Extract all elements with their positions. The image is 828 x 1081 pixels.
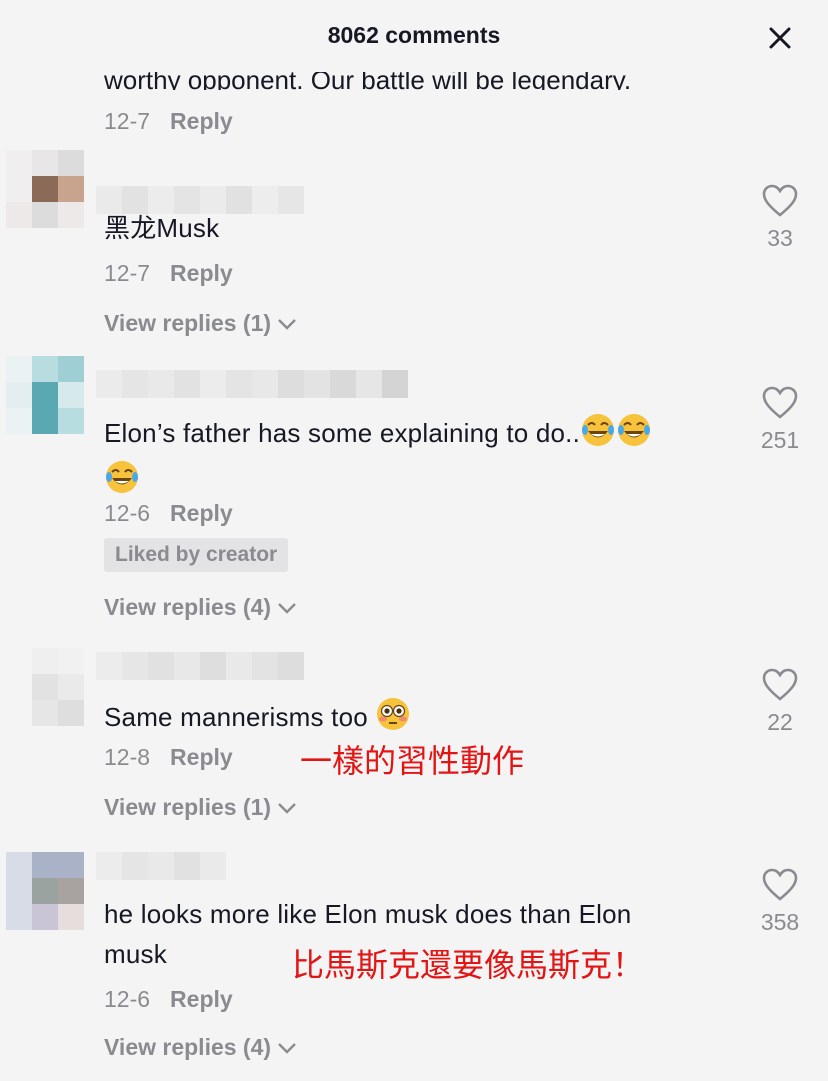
view-replies-label: View replies (1) bbox=[104, 794, 272, 820]
comment-meta: 12-7 Reply bbox=[104, 108, 233, 135]
comments-count-title: 8062 comments bbox=[327, 22, 501, 48]
username-blurred[interactable] bbox=[96, 370, 408, 398]
view-replies-label: View replies (4) bbox=[104, 594, 272, 620]
comment-text-content: Elon’s father has some explaining to do.… bbox=[104, 418, 581, 448]
like-count: 358 bbox=[760, 909, 800, 935]
avatar[interactable] bbox=[6, 356, 84, 434]
comment-text-line-1: he looks more like Elon musk does than E… bbox=[104, 899, 632, 929]
reply-button[interactable]: Reply bbox=[170, 500, 233, 527]
like-count: 22 bbox=[767, 709, 793, 735]
comment-meta: 12-8 Reply bbox=[104, 744, 233, 771]
heart-icon bbox=[762, 668, 798, 701]
username-blurred[interactable] bbox=[96, 852, 226, 880]
like-button[interactable]: 251 bbox=[748, 386, 812, 454]
heart-icon bbox=[762, 386, 798, 419]
comment-meta: 12-7 Reply bbox=[104, 260, 233, 287]
avatar[interactable] bbox=[6, 648, 84, 726]
comment-text-line-2: musk bbox=[104, 939, 167, 969]
avatar[interactable] bbox=[6, 150, 84, 228]
comment-meta: 12-6 Reply bbox=[104, 500, 233, 527]
reply-button[interactable]: Reply bbox=[170, 986, 233, 1013]
face-with-tears-of-joy-icon bbox=[580, 412, 616, 459]
view-replies-label: View replies (1) bbox=[104, 310, 272, 336]
comment-text: 黑龙Musk bbox=[104, 213, 220, 243]
reply-button[interactable]: Reply bbox=[170, 260, 233, 287]
like-button[interactable]: 22 bbox=[748, 668, 812, 736]
like-count: 251 bbox=[760, 427, 800, 453]
like-button[interactable]: 33 bbox=[748, 184, 812, 252]
face-with-tears-of-joy-icon bbox=[104, 459, 140, 506]
comment-date: 12-7 bbox=[104, 260, 151, 286]
red-annotation: 一樣的習性動作 bbox=[300, 742, 525, 780]
view-replies-button[interactable]: View replies (1) bbox=[104, 794, 297, 821]
close-icon bbox=[769, 27, 791, 49]
avatar[interactable] bbox=[6, 852, 84, 930]
comment-text: Elon’s father has some explaining to do.… bbox=[104, 412, 724, 506]
comment-date: 12-8 bbox=[104, 744, 151, 770]
red-annotation: 比馬斯克還要像馬斯克！ bbox=[292, 946, 645, 984]
chevron-down-icon bbox=[278, 1042, 296, 1054]
view-replies-label: View replies (4) bbox=[104, 1034, 272, 1060]
chevron-down-icon bbox=[278, 802, 296, 814]
comment-meta: 12-6 Reply bbox=[104, 986, 233, 1013]
close-button[interactable] bbox=[762, 22, 798, 54]
comments-header: 8062 comments bbox=[0, 0, 828, 72]
view-replies-button[interactable]: View replies (4) bbox=[104, 1034, 297, 1061]
liked-by-creator-badge: Liked by creator bbox=[104, 538, 289, 572]
reply-button[interactable]: Reply bbox=[170, 108, 233, 135]
comment-date: 12-6 bbox=[104, 986, 151, 1012]
like-button[interactable]: 358 bbox=[748, 868, 812, 936]
view-replies-button[interactable]: View replies (1) bbox=[104, 310, 297, 337]
like-count: 33 bbox=[767, 225, 793, 251]
face-with-tears-of-joy-icon bbox=[616, 412, 652, 459]
chevron-down-icon bbox=[278, 602, 296, 614]
reply-button[interactable]: Reply bbox=[170, 744, 233, 771]
chevron-down-icon bbox=[278, 318, 296, 330]
username-blurred[interactable] bbox=[96, 652, 304, 680]
comment-date: 12-7 bbox=[104, 108, 151, 134]
view-replies-button[interactable]: View replies (4) bbox=[104, 594, 297, 621]
heart-icon bbox=[762, 868, 798, 901]
heart-icon bbox=[762, 184, 798, 217]
comment-date: 12-6 bbox=[104, 500, 151, 526]
comment-text-content: Same mannerisms too bbox=[104, 702, 368, 732]
